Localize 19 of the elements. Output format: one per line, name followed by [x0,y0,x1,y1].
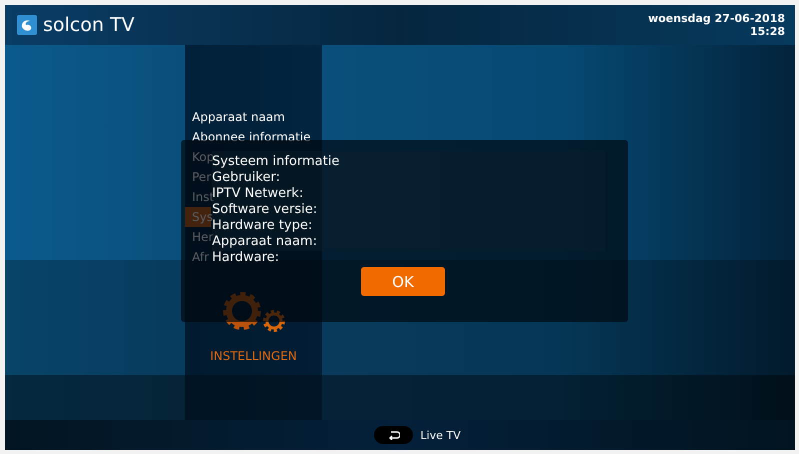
live-tv-label[interactable]: Live TV [420,428,461,442]
menu-item[interactable]: Apparaat naam [185,107,288,127]
field-label: Apparaat naam: [212,234,318,250]
date-text: woensdag 27-06-2018 [648,12,785,25]
field-label: Software versie: [212,202,318,217]
back-button[interactable] [374,426,414,444]
menu-item[interactable]: Abonnee informatie [185,127,314,147]
field-label: Hardware: [212,250,280,266]
category-label: INSTELLINGEN [210,349,297,363]
clock-time: 15:28 [750,25,785,38]
field-label: IPTV Netwerk: [212,186,304,201]
menu-item[interactable]: Afr [185,247,212,267]
dialog-title: Systeem informatie [212,154,340,170]
back-arrow-icon [388,430,400,440]
field-label: Hardware type: [212,218,314,233]
field-label: Gebruiker: [212,170,282,186]
logo-icon [17,15,37,35]
ok-button[interactable]: OK [361,267,445,296]
brand-name: solcon TV [43,14,135,36]
